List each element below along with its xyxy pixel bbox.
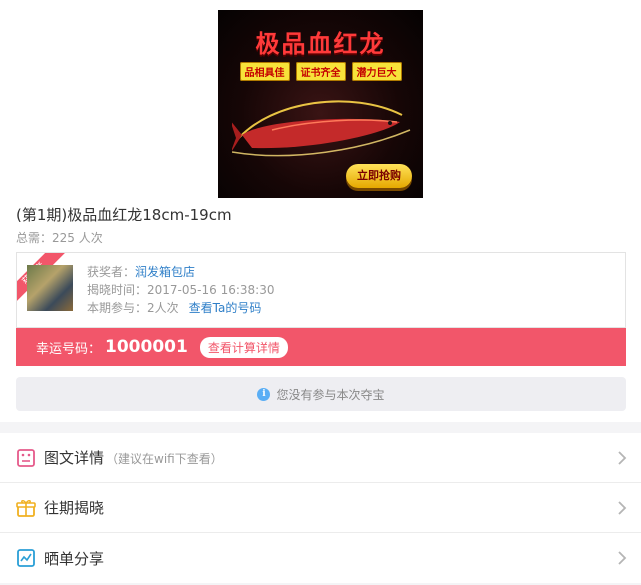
banner-tag: 证书齐全	[295, 62, 346, 81]
banner-title: 极品血红龙	[255, 30, 386, 58]
lucky-number-bar: 幸运号码： 1000001 查看计算详情	[16, 328, 626, 366]
gift-icon	[16, 500, 36, 517]
chevron-right-icon	[618, 551, 627, 565]
chart-icon	[17, 549, 35, 567]
product-title: (第1期)极品血红龙18cm-19cm	[16, 206, 232, 224]
lucky-number-label: 幸运号码：	[36, 341, 102, 357]
detail-menu: 图文详情 （建议在wifi下查看） 往期揭晓 晒单分享	[0, 433, 641, 583]
not-joined-notice: i 您没有参与本次夺宝	[16, 377, 626, 411]
total-need: 总需：225 人次	[16, 231, 103, 245]
menu-label-past-results: 往期揭晓	[44, 499, 105, 517]
banner-tag: 品相具佳	[239, 62, 290, 81]
winner-name-label: 获奖者：	[87, 265, 136, 279]
arowana-fish-illustration	[232, 100, 411, 157]
detail-icon	[17, 449, 35, 467]
lucky-number-value: 1000001	[105, 337, 188, 357]
reveal-time-label: 揭晓时间：	[87, 283, 148, 297]
winner-name-row: 获奖者：润发箱包店	[87, 263, 274, 281]
product-panel: 极品血红龙 品相具佳 证书齐全 潜力巨大 立即抢购 (第1期)极品血红龙18cm…	[0, 0, 641, 422]
banner-tags: 品相具佳 证书齐全 潜力巨大	[218, 62, 423, 81]
reveal-time-row: 揭晓时间：2017-05-16 16:38:30	[87, 281, 274, 299]
participation-value: 2人次	[147, 301, 179, 315]
banner-tag: 潜力巨大	[351, 62, 402, 81]
buy-now-badge[interactable]: 立即抢购	[346, 164, 412, 188]
winner-avatar[interactable]	[27, 265, 73, 311]
info-icon: i	[257, 387, 271, 401]
participation-row: 本期参与：2人次 查看Ta的号码	[87, 299, 274, 317]
menu-item-share[interactable]: 晒单分享	[0, 533, 641, 583]
menu-label-detail: 图文详情	[44, 449, 105, 467]
view-code-link[interactable]: 查看Ta的号码	[189, 301, 262, 315]
winner-name-link[interactable]: 润发箱包店	[135, 265, 195, 279]
reveal-time-value: 2017-05-16 16:38:30	[147, 283, 275, 297]
winner-info: 获奖者：润发箱包店 揭晓时间：2017-05-16 16:38:30 本期参与：…	[87, 263, 274, 317]
menu-item-detail[interactable]: 图文详情 （建议在wifi下查看）	[0, 433, 641, 483]
not-joined-text: 您没有参与本次夺宝	[276, 387, 385, 402]
menu-label-share: 晒单分享	[44, 549, 105, 568]
product-image[interactable]: 极品血红龙 品相具佳 证书齐全 潜力巨大 立即抢购	[218, 10, 423, 198]
chevron-right-icon	[618, 501, 627, 515]
participation-label: 本期参与：	[87, 301, 148, 315]
winner-card: 获奖者 获奖者：润发箱包店 揭晓时间：2017-05-16 16:38:30 本…	[16, 252, 626, 328]
menu-note-detail: （建议在wifi下查看）	[106, 452, 223, 466]
menu-item-past-results[interactable]: 往期揭晓	[0, 483, 641, 533]
calc-details-button[interactable]: 查看计算详情	[199, 336, 288, 358]
chevron-right-icon	[618, 451, 627, 465]
